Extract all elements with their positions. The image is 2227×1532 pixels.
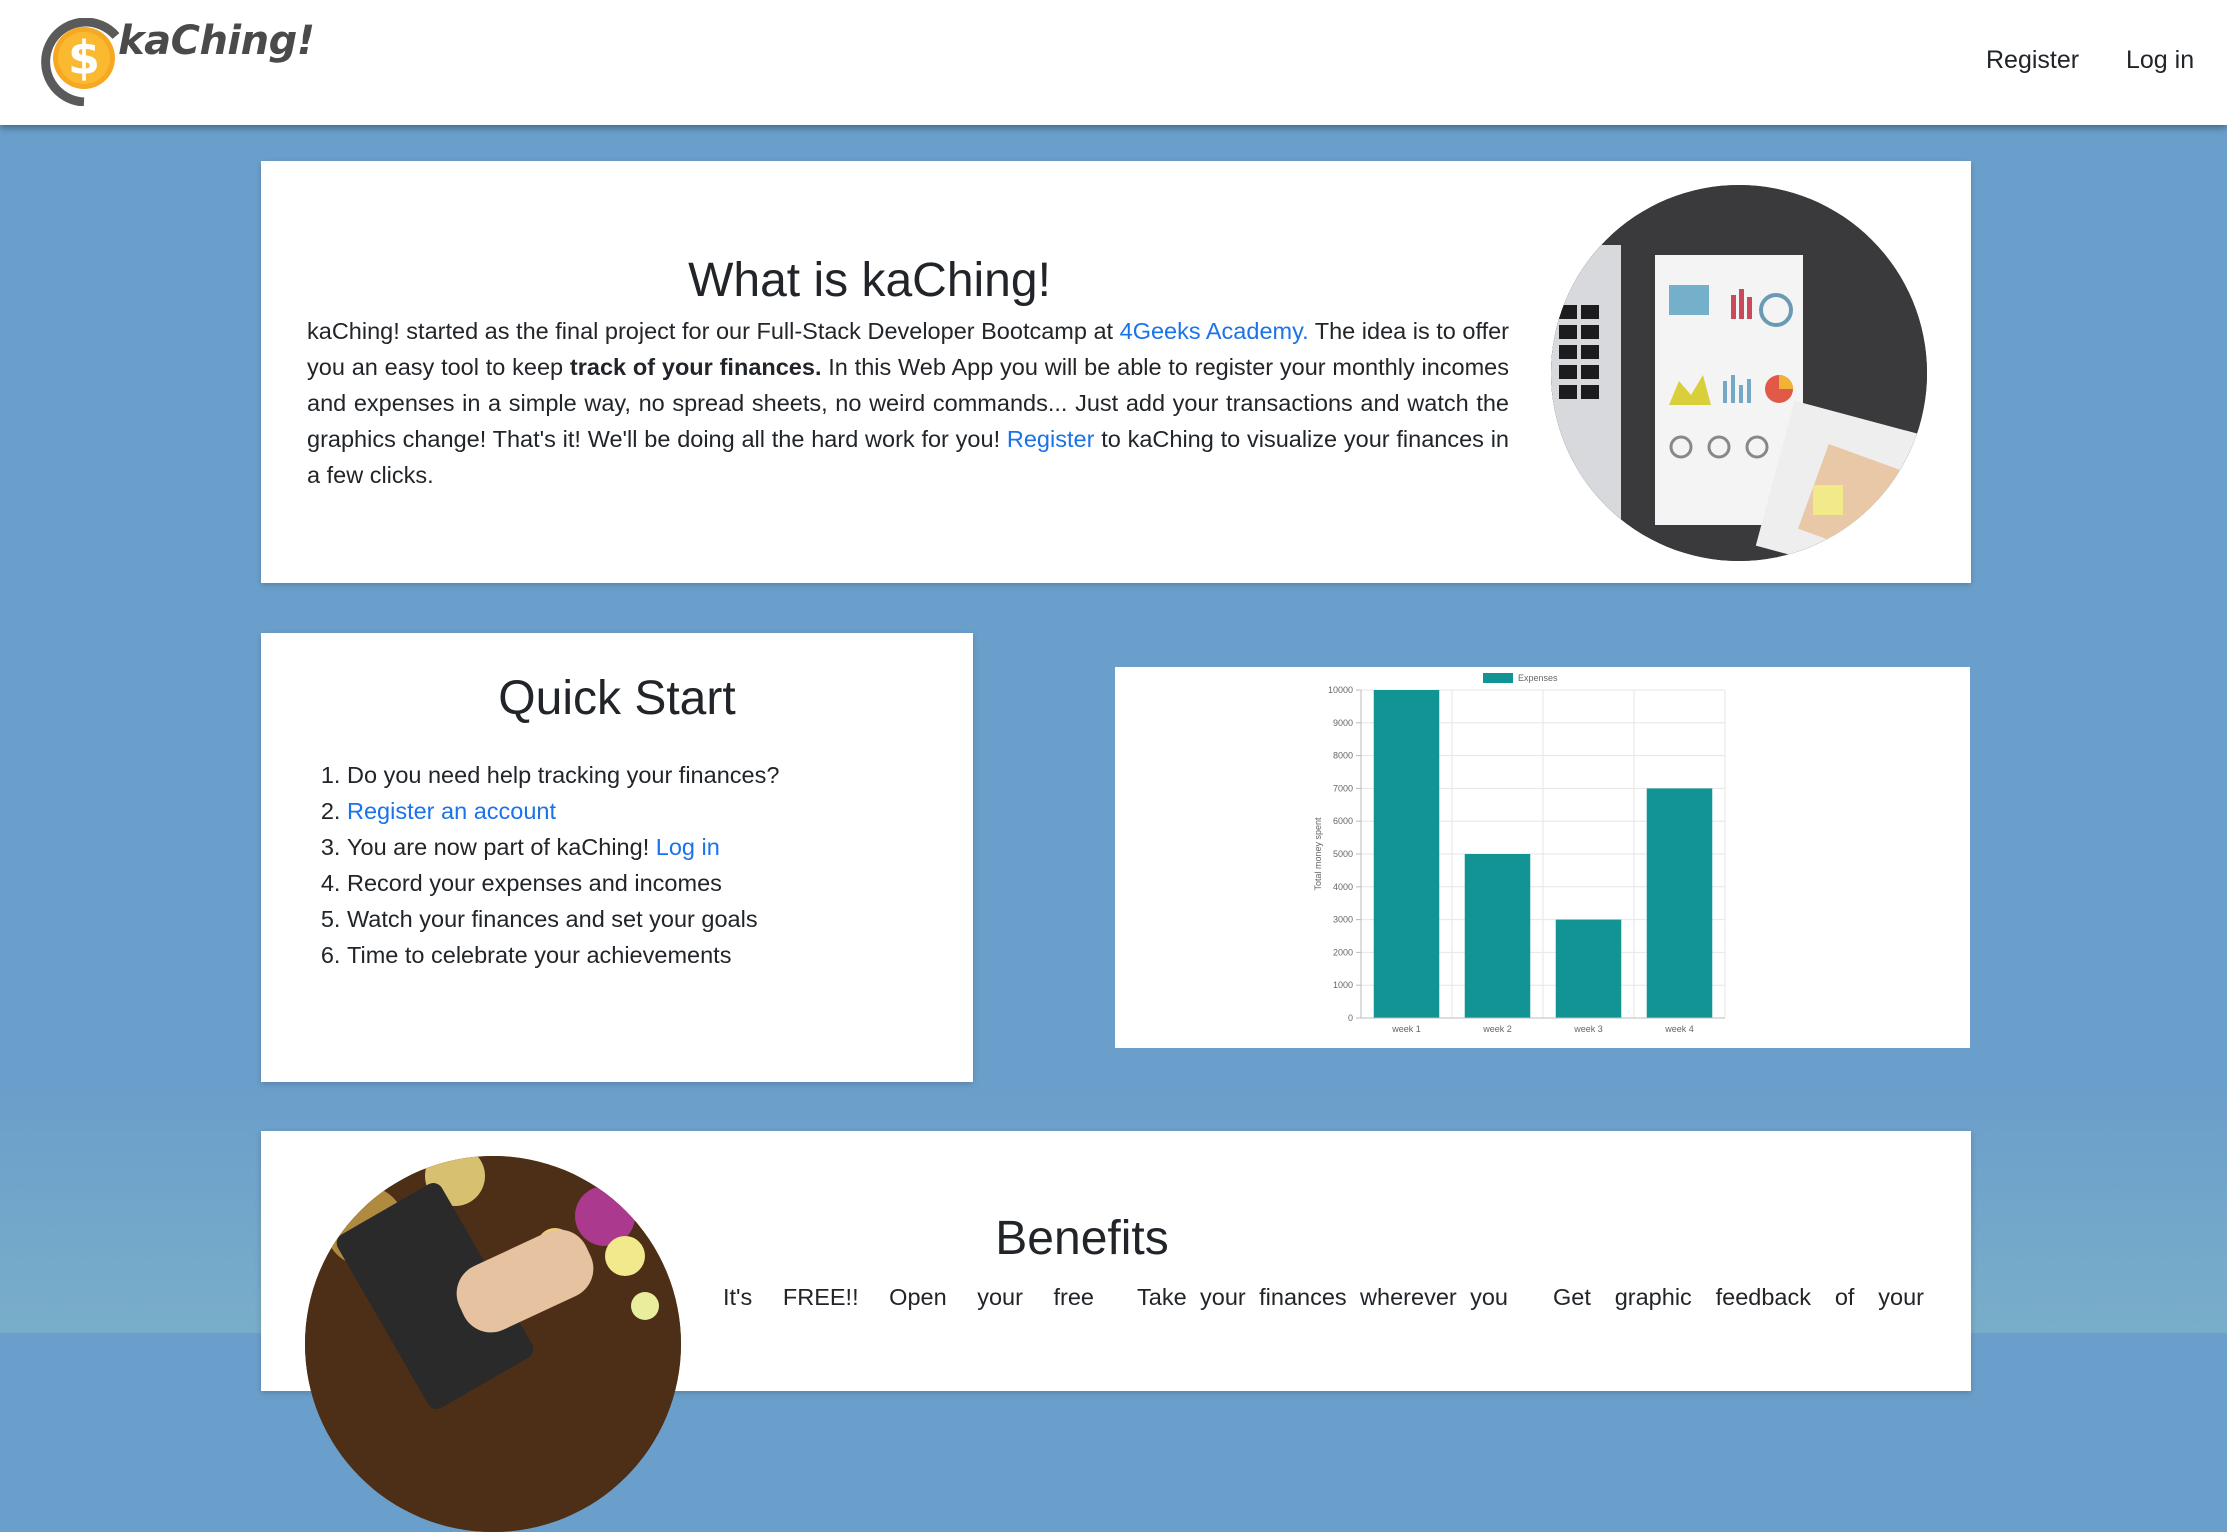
nav-register-link[interactable]: Register: [1986, 46, 2079, 75]
quickstart-card: Quick Start Do you need help tracking yo…: [261, 633, 973, 1082]
bar-week-1: [1373, 690, 1440, 1018]
quickstart-login-link[interactable]: Log in: [656, 834, 720, 860]
about-register-link[interactable]: Register: [1007, 426, 1095, 452]
quickstart-item-1: Do you need help tracking your finances?: [347, 757, 779, 793]
bar-week-2: [1464, 854, 1531, 1018]
ytick-label-1: 1000: [1333, 980, 1353, 990]
quickstart-title: Quick Start: [498, 672, 736, 725]
svg-text:$: $: [68, 31, 100, 85]
xtick-label-1: week 2: [1482, 1024, 1512, 1034]
xtick-label-3: week 4: [1664, 1024, 1694, 1034]
quickstart-item-4: Record your expenses and incomes: [347, 865, 779, 901]
ytick-label-9: 9000: [1333, 718, 1353, 728]
brand-name[interactable]: kaChing!: [118, 18, 315, 64]
xtick-label-2: week 3: [1573, 1024, 1603, 1034]
legend-swatch-expenses: [1483, 673, 1513, 683]
ytick-label-0: 0: [1348, 1013, 1353, 1023]
expenses-bar-chart: 0 1000 2000 3000 4000 5000 6000 7000 8000 9000 100…: [1313, 673, 1726, 1034]
quickstart-list: Do you need help tracking your finances?…: [317, 757, 779, 973]
quickstart-item-3: You are now part of kaChing! Log in: [347, 829, 779, 865]
ytick-label-3: 3000: [1333, 915, 1353, 925]
benefit-2-text: Take your finances wherever you: [1137, 1284, 1508, 1310]
ytick-label-5: 5000: [1333, 849, 1353, 859]
y-axis-title: Total money spent: [1313, 817, 1323, 891]
bar-week-3: [1555, 919, 1622, 1018]
register-account-link[interactable]: Register an account: [347, 798, 556, 824]
finance-photo: [1551, 185, 1927, 561]
benefit-1-text: It's FREE!! Open your free: [723, 1284, 1094, 1310]
ytick-label-7: 7000: [1333, 783, 1353, 793]
about-card: What is kaChing! kaChing! started as the…: [261, 161, 1971, 583]
about-title: What is kaChing!: [688, 254, 1051, 307]
navbar: $ kaChing! Register Log in: [0, 0, 2227, 125]
about-paragraph: kaChing! started as the final project fo…: [307, 313, 1509, 493]
benefits-card: Benefits It's FREE!! Open your free Take…: [261, 1131, 1971, 1532]
ytick-label-4: 4000: [1333, 882, 1353, 892]
bar-week-4: [1646, 788, 1713, 1018]
benefit-3-text: Get graphic feedback of your: [1553, 1284, 1924, 1310]
ytick-label-6: 6000: [1333, 816, 1353, 826]
legend-label-expenses: Expenses: [1518, 673, 1558, 683]
about-bold: track of your finances.: [569, 354, 822, 380]
ytick-label-10: 10000: [1328, 685, 1353, 695]
quickstart-item-5: Watch your finances and set your goals: [347, 901, 779, 937]
nav-login-link[interactable]: Log in: [2126, 46, 2194, 75]
phone-photo: [305, 1156, 681, 1532]
ytick-label-2: 2000: [1333, 947, 1353, 957]
about-text-1: kaChing! started as the final project fo…: [307, 318, 1120, 344]
quickstart-item-2: Register an account: [347, 793, 779, 829]
ytick-label-8: 8000: [1333, 751, 1353, 761]
academy-link[interactable]: 4Geeks Academy.: [1120, 318, 1309, 344]
chart-card: 0 1000 2000 3000 4000 5000 6000 7000 8000 9000 100…: [1115, 667, 1970, 1048]
benefits-title: Benefits: [995, 1212, 1169, 1265]
quickstart-item-6: Time to celebrate your achievements: [347, 937, 779, 973]
quickstart-item-3-text: You are now part of kaChing!: [347, 834, 656, 860]
xtick-label-0: week 1: [1391, 1024, 1421, 1034]
